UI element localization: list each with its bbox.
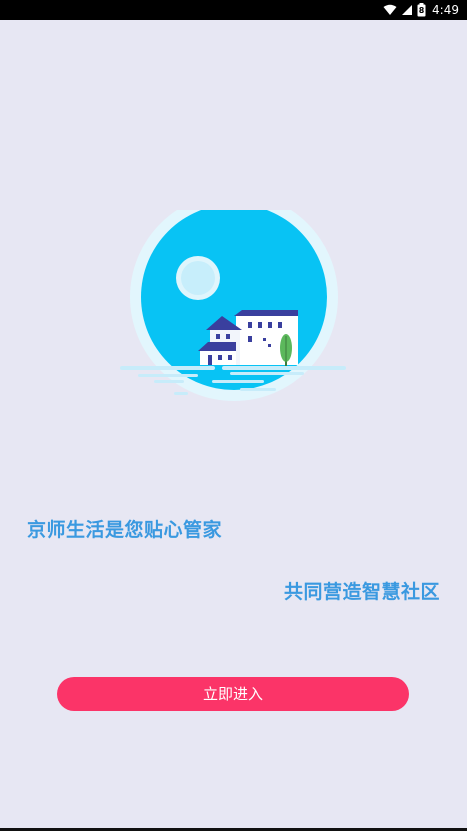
battery-icon: 8 bbox=[417, 3, 426, 17]
enter-button[interactable]: 立即进入 bbox=[57, 677, 409, 711]
battery-level-text: 8 bbox=[418, 6, 425, 15]
slogan-line-1: 京师生活是您贴心管家 bbox=[27, 519, 223, 541]
wifi-icon bbox=[383, 4, 397, 15]
status-icons: 8 4:49 bbox=[383, 2, 459, 18]
slogan-line-2: 共同营造智慧社区 bbox=[283, 581, 440, 603]
cell-signal-icon bbox=[402, 5, 413, 15]
house-moon-illustration bbox=[120, 210, 346, 401]
status-bar: 8 4:49 bbox=[0, 0, 467, 20]
status-time: 4:49 bbox=[432, 3, 459, 17]
